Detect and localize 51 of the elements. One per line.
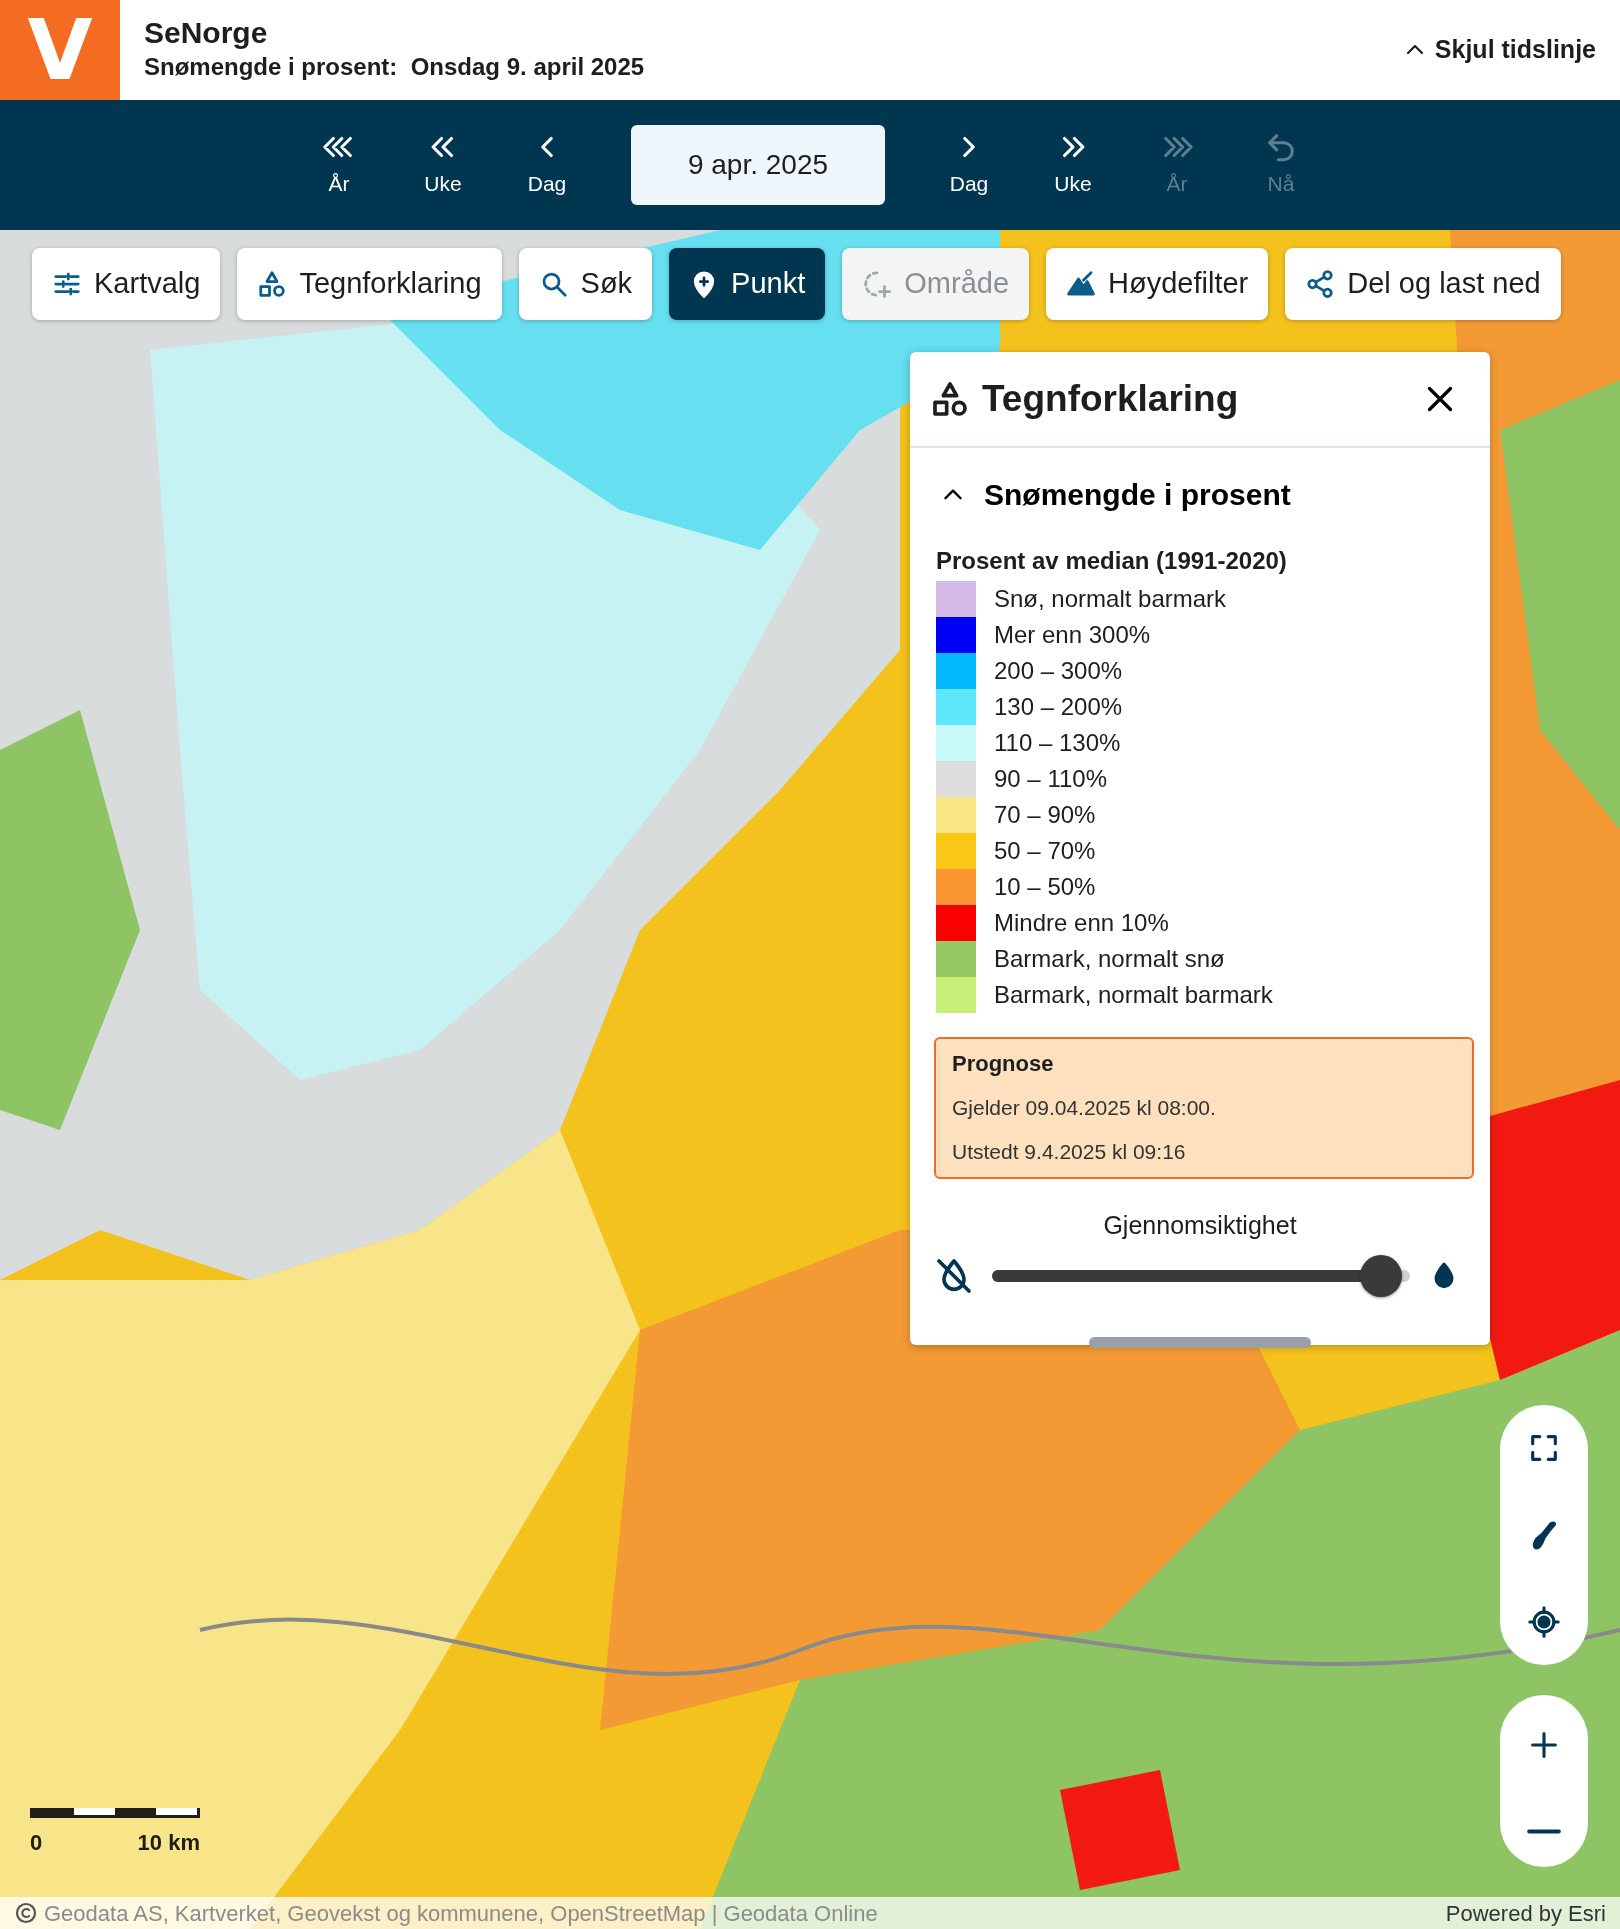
legend-label: 130 – 200% bbox=[994, 692, 1123, 722]
date-field[interactable]: 9 apr. 2025 bbox=[631, 125, 885, 205]
forecast-title: Prognose bbox=[952, 1050, 1055, 1078]
drag-handle[interactable] bbox=[1089, 1336, 1311, 1348]
section-toggle[interactable]: Snømengde i prosent bbox=[940, 472, 1291, 517]
dashed-circle-plus-icon bbox=[862, 269, 893, 299]
legend-label: 10 – 50% bbox=[994, 872, 1096, 902]
timeline-step-button[interactable]: År bbox=[301, 130, 377, 200]
attribution-text: Geodata AS, Kartverket, Geovekst og kommunene, OpenStreetMap | Geodata Online bbox=[44, 1899, 878, 1928]
shapes-icon bbox=[930, 379, 970, 419]
legend-label: Mindre enn 10% bbox=[994, 908, 1169, 938]
toolbar-button[interactable]: Punkt bbox=[669, 248, 826, 320]
opacity-label: Gjennomsiktighet bbox=[1102, 1210, 1298, 1241]
legend-label: Mer enn 300% bbox=[994, 620, 1151, 650]
legend-label: 50 – 70% bbox=[994, 836, 1096, 866]
timeline-step-button[interactable]: Dag bbox=[509, 130, 585, 200]
toolbar-button[interactable]: Del og last ned bbox=[1285, 248, 1561, 320]
minus-icon bbox=[1527, 1828, 1561, 1834]
app-title: SeNorge bbox=[144, 15, 269, 49]
opacity-slider[interactable] bbox=[992, 1254, 1410, 1297]
timeline-step-button[interactable]: Uke bbox=[1035, 130, 1111, 200]
timeline-step-button[interactable]: Uke bbox=[405, 130, 481, 200]
legend-label: 90 – 110% bbox=[994, 764, 1107, 794]
legend-subtitle: Prosent av median (1991-2020) bbox=[936, 546, 1288, 576]
powered-by-text: Powered by Esri bbox=[1445, 1899, 1606, 1928]
legend-label: Barmark, normalt snø bbox=[994, 944, 1225, 974]
scale-label: 0 bbox=[30, 1829, 43, 1857]
legend-label: 200 – 300% bbox=[994, 656, 1123, 686]
share-icon bbox=[1305, 269, 1336, 299]
shapes-icon bbox=[257, 269, 288, 299]
copyright-icon bbox=[14, 1901, 38, 1925]
legend-label: 110 – 130% bbox=[994, 728, 1121, 758]
toolbar-button[interactable]: Tegnforklaring bbox=[237, 248, 502, 320]
logo: V bbox=[0, 0, 120, 100]
locate-icon bbox=[1527, 1604, 1561, 1639]
zoom-out-button[interactable] bbox=[1527, 1828, 1561, 1834]
panel-title: Tegnforklaring bbox=[982, 377, 1240, 422]
scale-label: 10 km bbox=[137, 1829, 200, 1857]
hide-timeline-button[interactable]: Skjul tidslinje bbox=[1396, 30, 1602, 70]
legend-label: 70 – 90% bbox=[994, 800, 1096, 830]
forecast-line: Utstedt 9.4.2025 kl 09:16 bbox=[952, 1138, 1187, 1165]
toolbar-button[interactable]: Kartvalg bbox=[32, 248, 221, 320]
slider-thumb[interactable] bbox=[1360, 1254, 1403, 1297]
toolbar-button[interactable]: Søk bbox=[518, 248, 653, 320]
toolbar-button[interactable]: Høydefilter bbox=[1046, 248, 1269, 320]
forecast-line: Gjelder 09.04.2025 kl 08:00. bbox=[952, 1095, 1217, 1121]
locate-button[interactable] bbox=[1527, 1604, 1561, 1639]
page-subtitle: Snømengde i prosent: Onsdag 9. april 2025 bbox=[144, 51, 646, 82]
legend-label: Snø, normalt barmark bbox=[994, 584, 1227, 614]
timeline-step-button[interactable]: Dag bbox=[931, 130, 1007, 200]
legend-label: Barmark, normalt barmark bbox=[994, 980, 1273, 1010]
